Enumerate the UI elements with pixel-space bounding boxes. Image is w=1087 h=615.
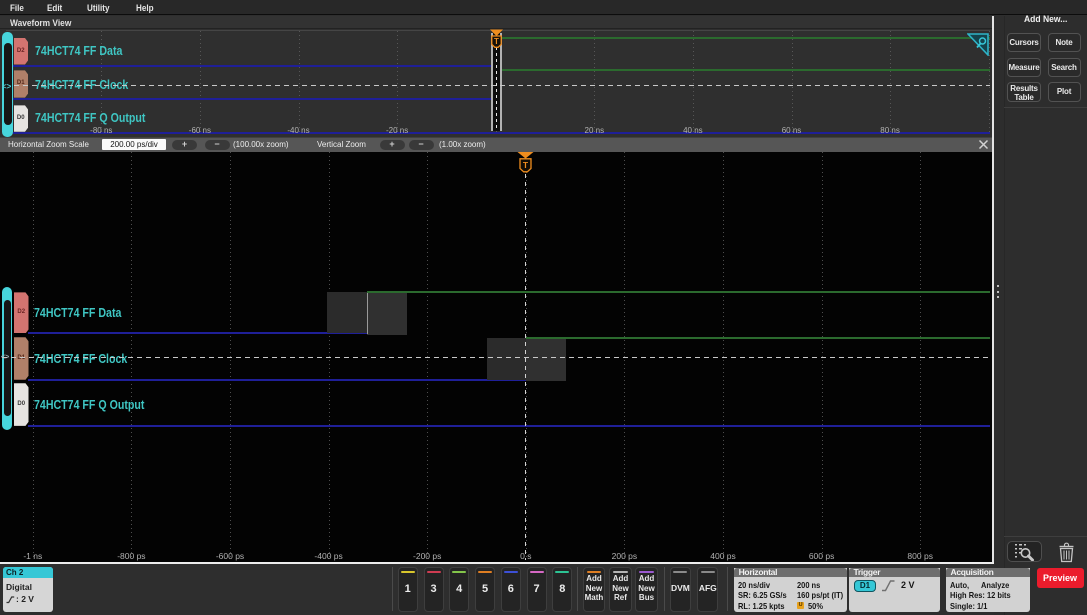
svg-text:T: T bbox=[494, 37, 499, 46]
svg-text:T: T bbox=[523, 160, 529, 170]
